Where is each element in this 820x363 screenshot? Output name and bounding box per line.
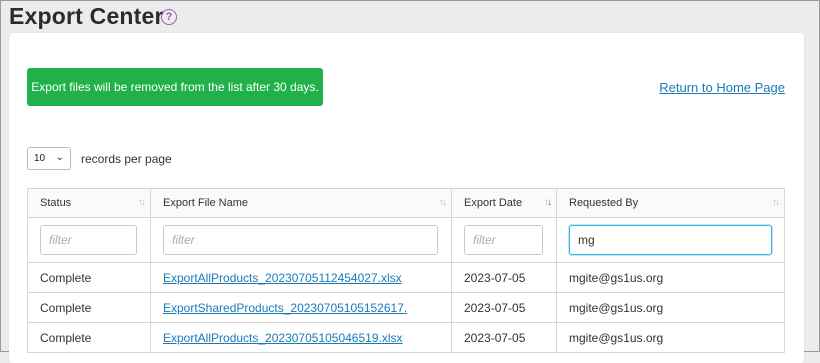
records-per-page-value: 10 — [34, 153, 46, 164]
export-date-cell: 2023-07-05 — [451, 322, 557, 353]
status-cell: Complete — [27, 322, 151, 353]
requested-by-filter-input[interactable] — [569, 225, 772, 255]
export-date-filter-input[interactable] — [464, 225, 543, 255]
requested-by-cell: mgite@gs1us.org — [556, 292, 785, 323]
status-cell: Complete — [27, 262, 151, 293]
records-per-page-select[interactable]: 10 ⌄ — [27, 147, 71, 170]
column-header-status[interactable]: Status ↑↓ — [27, 188, 151, 218]
file-name-filter-input[interactable] — [163, 225, 438, 255]
column-header-export-date[interactable]: Export Date ↑↓ — [451, 188, 557, 218]
export-file-link[interactable]: ExportAllProducts_20230705105046519.xlsx — [163, 331, 403, 345]
column-header-label: Export File Name — [163, 197, 248, 209]
export-file-link[interactable]: ExportSharedProducts_20230705105152617. — [163, 301, 407, 315]
filter-cell — [27, 217, 151, 263]
column-header-requested-by[interactable]: Requested By ↑↓ — [556, 188, 785, 218]
filter-cell — [150, 217, 452, 263]
table-row: Complete ExportSharedProducts_2023070510… — [27, 292, 785, 323]
file-name-cell: ExportAllProducts_20230705112454027.xlsx — [150, 262, 452, 293]
requested-by-cell: mgite@gs1us.org — [556, 262, 785, 293]
chevron-down-icon: ⌄ — [55, 152, 64, 163]
table-row: Complete ExportAllProducts_2023070511245… — [27, 262, 785, 293]
status-filter-input[interactable] — [40, 225, 137, 255]
export-file-link[interactable]: ExportAllProducts_20230705112454027.xlsx — [163, 271, 402, 285]
sort-desc-icon[interactable]: ↑↓ — [544, 197, 552, 208]
column-header-label: Requested By — [569, 197, 639, 209]
requested-by-cell: mgite@gs1us.org — [556, 322, 785, 353]
return-home-link[interactable]: Return to Home Page — [659, 80, 785, 95]
filter-cell — [451, 217, 557, 263]
exports-table: Status ↑↓ Export File Name ↑↓ Export Date ↑… — [27, 188, 785, 353]
export-date-cell: 2023-07-05 — [451, 292, 557, 323]
page-title: Export Center — [9, 3, 164, 29]
export-date-cell: 2023-07-05 — [451, 262, 557, 293]
column-header-file-name[interactable]: Export File Name ↑↓ — [150, 188, 452, 218]
sort-icon[interactable]: ↑↓ — [772, 197, 780, 208]
sort-icon[interactable]: ↑↓ — [439, 197, 447, 208]
filter-cell — [556, 217, 785, 263]
sort-icon[interactable]: ↑↓ — [138, 197, 146, 208]
status-cell: Complete — [27, 292, 151, 323]
records-per-page-label: records per page — [81, 152, 172, 166]
column-header-label: Export Date — [464, 197, 523, 209]
retention-notice: Export files will be removed from the li… — [27, 68, 323, 106]
file-name-cell: ExportSharedProducts_20230705105152617. — [150, 292, 452, 323]
help-icon[interactable]: ? — [161, 9, 177, 25]
column-header-label: Status — [40, 197, 72, 209]
file-name-cell: ExportAllProducts_20230705105046519.xlsx — [150, 322, 452, 353]
table-row: Complete ExportAllProducts_2023070510504… — [27, 322, 785, 353]
content-panel: Export files will be removed from the li… — [9, 33, 804, 363]
